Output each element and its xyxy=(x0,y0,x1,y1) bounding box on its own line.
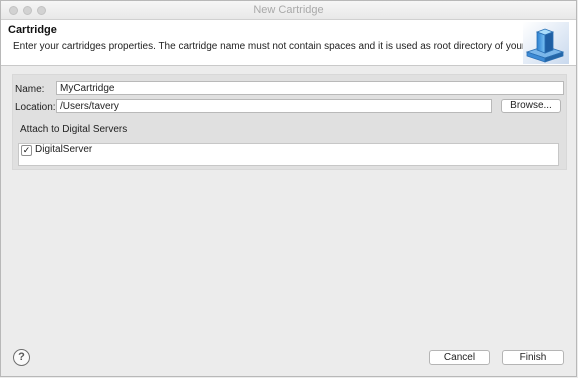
location-input[interactable]: /Users/tavery xyxy=(56,99,492,113)
wizard-header: Cartridge Enter your cartridges properti… xyxy=(1,20,576,66)
name-input[interactable]: MyCartridge xyxy=(56,81,564,95)
page-description: Enter your cartridges properties. The ca… xyxy=(13,41,570,52)
cancel-button[interactable]: Cancel xyxy=(429,350,490,365)
title-bar: New Cartridge xyxy=(1,1,576,20)
servers-list xyxy=(18,143,559,166)
wizard-window: New Cartridge Cartridge Enter your cartr… xyxy=(0,0,577,377)
servers-group-label: Attach to Digital Servers xyxy=(20,124,128,135)
help-icon[interactable]: ? xyxy=(13,349,30,366)
name-label: Name: xyxy=(15,84,45,95)
finish-button[interactable]: Finish xyxy=(502,350,564,365)
cartridge-wizard-icon xyxy=(523,22,569,64)
browse-button[interactable]: Browse... xyxy=(501,99,561,113)
digitalserver-checkbox[interactable]: ✓ xyxy=(21,145,32,156)
location-label: Location: xyxy=(15,102,56,113)
digitalserver-label[interactable]: DigitalServer xyxy=(35,144,92,155)
window-title: New Cartridge xyxy=(253,4,324,16)
page-title: Cartridge xyxy=(8,24,57,36)
